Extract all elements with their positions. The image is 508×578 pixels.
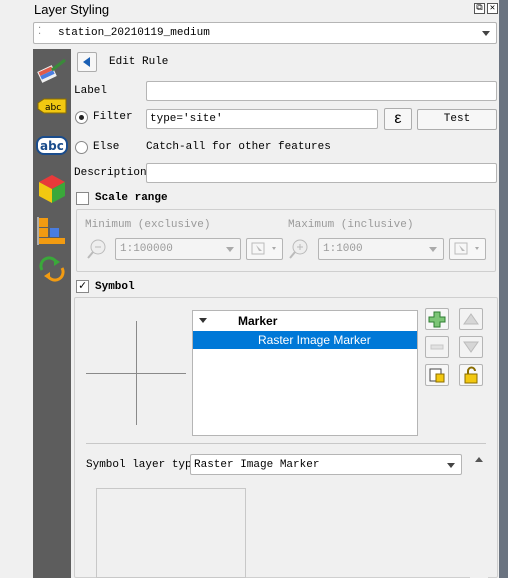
chevron-down-icon xyxy=(482,31,490,36)
label-caption: Label xyxy=(74,85,108,97)
max-scale-value: 1:1000 xyxy=(323,243,363,255)
paintbrush-icon[interactable] xyxy=(36,54,68,84)
style-sidebar: abc abc xyxy=(33,49,71,578)
maximum-label: Maximum (inclusive) xyxy=(288,219,414,231)
properties-scrollbar[interactable] xyxy=(470,452,488,578)
test-button[interactable]: Test xyxy=(417,109,497,130)
else-description: Catch-all for other features xyxy=(146,141,331,153)
min-scale-select[interactable]: 1:100000 xyxy=(115,238,241,260)
arrow-up-icon xyxy=(463,313,479,325)
symbol-checkbox[interactable]: ✓ xyxy=(76,280,89,293)
tree-item-raster-image-marker[interactable]: Raster Image Marker xyxy=(193,331,417,349)
lock-open-icon xyxy=(464,366,478,384)
filter-radio[interactable] xyxy=(75,111,88,124)
move-down-button[interactable] xyxy=(459,336,483,358)
scale-range-checkbox[interactable] xyxy=(76,192,89,205)
description-input[interactable] xyxy=(146,163,497,183)
duplicate-symbol-layer-button[interactable] xyxy=(425,364,449,386)
divider xyxy=(86,443,486,444)
tree-item-label: Marker xyxy=(238,314,278,328)
symbol-layer-type-value: Raster Image Marker xyxy=(194,459,320,471)
back-button[interactable] xyxy=(77,52,97,72)
close-panel-icon[interactable]: ✕ xyxy=(487,3,498,14)
raster-image-preview xyxy=(96,488,246,578)
panel-title: Layer Styling xyxy=(34,2,110,17)
map-canvas-icon xyxy=(454,242,479,255)
symbol-layer-type-caption: Symbol layer type xyxy=(86,459,199,471)
else-radio[interactable] xyxy=(75,141,88,154)
minus-icon xyxy=(430,344,444,350)
filter-caption: Filter xyxy=(93,111,133,123)
layer-select-value: station_20210119_medium xyxy=(58,27,210,39)
symbol-label: Symbol xyxy=(95,281,135,293)
zoom-out-icon xyxy=(86,238,108,264)
map-canvas-icon xyxy=(251,242,276,255)
symbol-layer-type-select[interactable]: Raster Image Marker xyxy=(190,454,462,475)
zoom-in-icon xyxy=(288,238,310,264)
min-scale-value: 1:100000 xyxy=(120,243,173,255)
lock-layer-button[interactable] xyxy=(459,364,483,386)
plus-icon xyxy=(428,311,446,328)
add-symbol-layer-button[interactable] xyxy=(425,308,449,330)
min-scale-from-canvas-button[interactable] xyxy=(246,238,283,260)
layer-select[interactable]: ⁚ station_20210119_medium xyxy=(33,22,497,44)
description-caption: Description xyxy=(74,167,147,179)
3d-cube-icon[interactable] xyxy=(36,173,68,203)
max-scale-from-canvas-button[interactable] xyxy=(449,238,486,260)
edit-rule-title: Edit Rule xyxy=(109,56,169,68)
diagram-icon[interactable] xyxy=(36,215,68,245)
expand-arrow-icon[interactable] xyxy=(199,318,207,323)
labels-badge-text: abc xyxy=(45,103,61,113)
chevron-down-icon xyxy=(429,247,437,252)
labels-badge-text-2: abc xyxy=(40,139,64,153)
point-layer-icon: ⁚ xyxy=(38,27,42,38)
remove-symbol-layer-button[interactable] xyxy=(425,336,449,358)
filter-input[interactable]: type='site' xyxy=(146,109,378,129)
float-panel-icon[interactable]: ⧉ xyxy=(474,3,485,14)
chevron-down-icon xyxy=(226,247,234,252)
duplicate-icon xyxy=(429,368,445,383)
chevron-down-icon xyxy=(447,462,455,468)
expression-button[interactable]: ε xyxy=(384,108,412,130)
tree-item-marker[interactable]: Marker xyxy=(193,312,417,330)
scale-range-label: Scale range xyxy=(95,192,168,204)
filter-input-value: type='site' xyxy=(150,113,223,125)
map-canvas-edge xyxy=(499,0,508,578)
labels-abc-yellow-icon[interactable]: abc xyxy=(36,97,68,127)
symbol-layer-tree[interactable]: Marker Raster Image Marker xyxy=(192,310,418,436)
else-caption: Else xyxy=(93,141,120,153)
arrow-down-icon xyxy=(463,341,479,353)
tree-item-label: Raster Image Marker xyxy=(258,333,371,347)
arrow-left-icon xyxy=(83,57,90,67)
symbol-preview xyxy=(86,321,186,425)
max-scale-select[interactable]: 1:1000 xyxy=(318,238,444,260)
labels-abc-icon[interactable]: abc xyxy=(36,134,68,164)
minimum-label: Minimum (exclusive) xyxy=(85,219,211,231)
history-icon[interactable] xyxy=(36,254,68,284)
scroll-up-icon[interactable] xyxy=(475,457,483,462)
move-up-button[interactable] xyxy=(459,308,483,330)
label-input[interactable] xyxy=(146,81,497,101)
